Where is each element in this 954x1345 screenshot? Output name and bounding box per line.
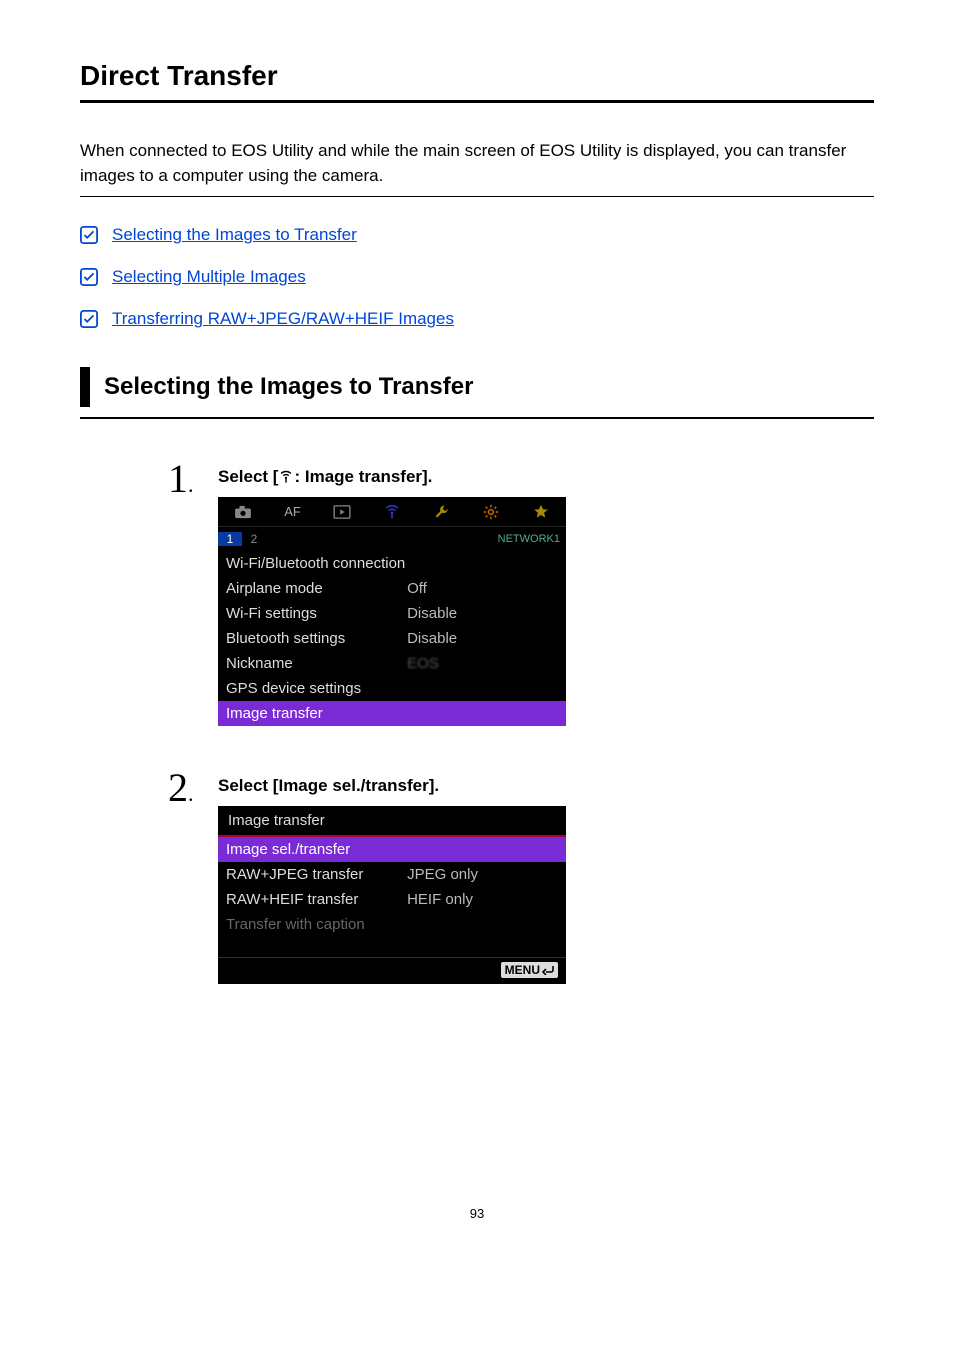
antenna-icon [279,470,293,484]
step-1: 1. Select [: Image transfer]. AF 1 2 [80,459,874,748]
section-title: Selecting the Images to Transfer [90,367,874,407]
subtab-1: 1 [218,532,242,546]
menu-tab-row: AF [218,497,566,527]
tab-play-icon [317,497,367,526]
menu-row-wifi-bt: Wi-Fi/Bluetooth connection [218,551,566,576]
submenu-footer: MENU [218,958,566,984]
submenu-title: Image transfer [218,806,566,837]
tab-antenna-icon [367,497,417,526]
step-number: 1. [168,459,218,499]
intro-text: When connected to EOS Utility and while … [80,139,874,188]
tab-af: AF [268,497,318,526]
tab-camera-icon [218,497,268,526]
section-heading: Selecting the Images to Transfer [80,367,874,407]
link-icon [80,226,98,244]
menu-row-nickname: Nickname EOS [218,651,566,676]
menu-row-image-sel-transfer: Image sel./transfer [218,837,566,862]
toc-list: Selecting the Images to Transfer Selecti… [80,225,874,329]
menu-row-raw-heif: RAW+HEIF transfer HEIF only [218,887,566,912]
menu-subtab-row: 1 2 NETWORK1 [218,527,566,551]
intro-rule [80,196,874,197]
menu-row-airplane: Airplane mode Off [218,576,566,601]
link-icon [80,268,98,286]
section-bar [80,367,90,407]
camera-menu-screenshot-1: AF 1 2 NETWORK1 Wi-Fi/Bluetooth connecti… [218,497,566,726]
step-instruction: Select [: Image transfer]. [218,467,874,487]
page-title: Direct Transfer [80,60,874,92]
step-instruction: Select [Image sel./transfer]. [218,776,874,796]
menu-row-bt-settings: Bluetooth settings Disable [218,626,566,651]
tab-gear-icon [467,497,517,526]
page-number: 93 [80,1206,874,1221]
menu-row-wifi-settings: Wi-Fi settings Disable [218,601,566,626]
subtab-2: 2 [242,532,266,546]
menu-row-transfer-caption: Transfer with caption [218,912,566,937]
toc-item-select-images: Selecting the Images to Transfer [80,225,874,245]
menu-row-image-transfer: Image transfer [218,701,566,726]
step-2: 2. Select [Image sel./transfer]. Image t… [80,768,874,1006]
toc-link-raw[interactable]: Transferring RAW+JPEG/RAW+HEIF Images [112,309,454,329]
toc-link-select-images[interactable]: Selecting the Images to Transfer [112,225,357,245]
tab-wrench-icon [417,497,467,526]
link-icon [80,310,98,328]
menu-back-button: MENU [501,962,558,978]
title-rule [80,100,874,103]
menu-row-raw-jpeg: RAW+JPEG transfer JPEG only [218,862,566,887]
camera-menu-screenshot-2: Image transfer Image sel./transfer RAW+J… [218,806,566,984]
toc-item-multiple: Selecting Multiple Images [80,267,874,287]
toc-item-raw: Transferring RAW+JPEG/RAW+HEIF Images [80,309,874,329]
return-icon [542,965,554,975]
menu-row-gps: GPS device settings [218,676,566,701]
step-number: 2. [168,768,218,808]
toc-link-multiple[interactable]: Selecting Multiple Images [112,267,306,287]
section-rule [80,417,874,419]
subtab-right-label: NETWORK1 [498,533,566,545]
tab-star-icon [516,497,566,526]
